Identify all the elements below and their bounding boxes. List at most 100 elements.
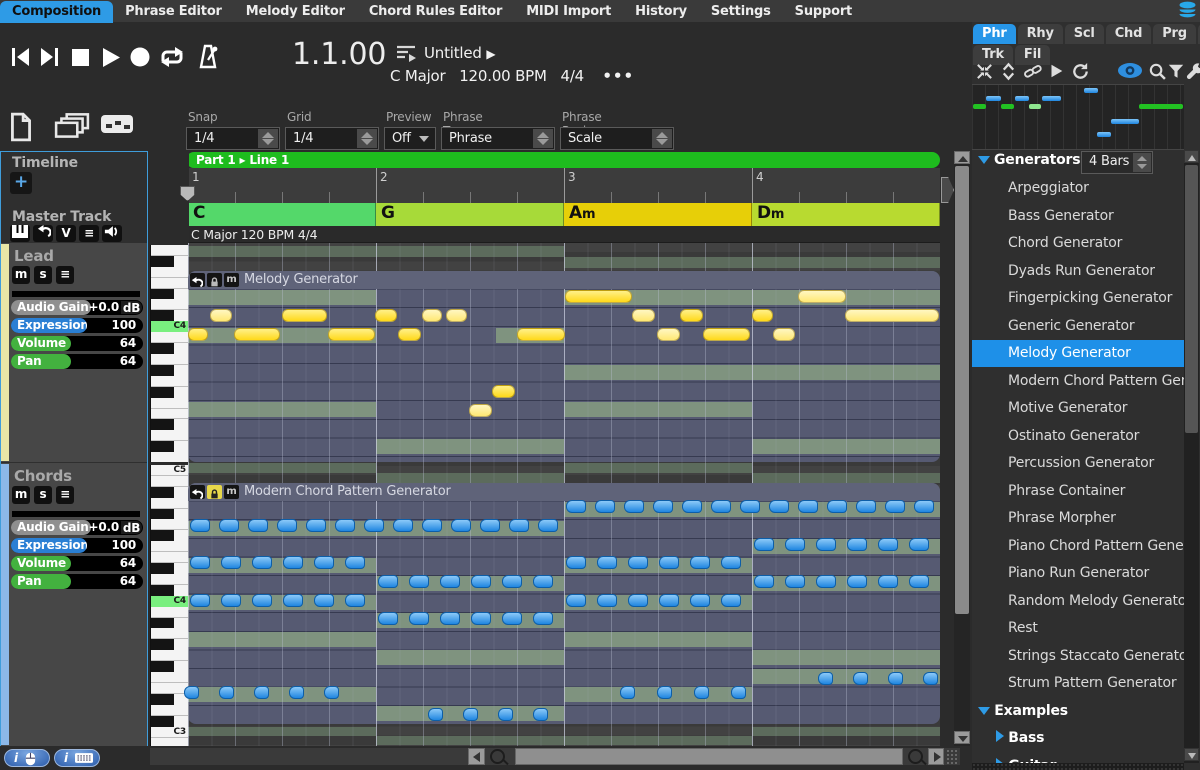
chord-pattern-note[interactable] (694, 686, 709, 699)
spinner-arrows[interactable] (357, 129, 377, 148)
chord-pattern-note[interactable] (690, 594, 710, 607)
chord-pattern-note[interactable] (827, 500, 847, 513)
menu-item-chord-rules-editor[interactable]: Chord Rules Editor (357, 1, 514, 23)
hscroll-thumb[interactable] (515, 748, 903, 765)
melody-note[interactable] (422, 309, 442, 322)
control-grid[interactable]: 1/4 (285, 127, 379, 150)
collapse-icon[interactable] (975, 62, 994, 81)
black-key[interactable] (151, 509, 174, 520)
chord-pattern-note[interactable] (798, 500, 818, 513)
black-key[interactable] (151, 530, 174, 541)
chord-pattern-note[interactable] (538, 519, 558, 532)
chord-pattern-note[interactable] (754, 538, 774, 551)
record-icon[interactable] (128, 45, 156, 71)
part-line-bar[interactable]: Part 1 ▸ Line 1 (186, 152, 940, 168)
generator-item[interactable]: Rest (972, 615, 1184, 642)
melody-note[interactable] (680, 309, 703, 322)
roll-vscrollbar[interactable] (954, 151, 970, 746)
black-key[interactable] (151, 310, 174, 321)
black-key[interactable] (151, 639, 174, 650)
chord-pattern-note[interactable] (409, 612, 429, 625)
chord-pattern-note[interactable] (620, 686, 635, 699)
panel-scroll-down[interactable] (1184, 748, 1199, 761)
panel-hscrollbar[interactable] (972, 763, 1184, 770)
melody-note[interactable] (398, 328, 421, 341)
bars-spinner[interactable]: 4 Bars (1081, 151, 1153, 174)
menu-item-composition[interactable]: Composition (0, 1, 113, 23)
pads-icon[interactable] (100, 112, 134, 140)
melody-note[interactable] (657, 328, 680, 341)
chord-pattern-note[interactable] (847, 538, 867, 551)
menu-item-melody-editor[interactable]: Melody Editor (234, 1, 357, 23)
chord-pattern-note[interactable] (428, 708, 443, 721)
chord-pattern-note[interactable] (252, 556, 272, 569)
melody-note[interactable] (492, 385, 515, 398)
generator-item[interactable]: Piano Chord Pattern Generator (972, 533, 1184, 560)
tab-rhy[interactable]: Rhy (1018, 24, 1063, 44)
vscroll-thumb[interactable] (955, 166, 969, 614)
chord-pattern-note[interactable] (731, 686, 746, 699)
generator-item[interactable]: Chord Generator (972, 230, 1184, 257)
param-volume[interactable]: Volume64 (11, 556, 143, 571)
phrase-list-icon[interactable] (395, 44, 417, 62)
param-pan[interactable]: Pan64 (11, 354, 143, 369)
black-key[interactable] (151, 289, 174, 300)
track-mute-button[interactable]: m (12, 266, 30, 284)
generator-item[interactable]: Melody Generator (972, 340, 1184, 367)
generator-item[interactable]: Phrase Morpher (972, 505, 1184, 532)
new-file-icon[interactable] (8, 112, 34, 146)
chord-pattern-note[interactable] (219, 686, 234, 699)
chord-pattern-note[interactable] (252, 594, 272, 607)
black-key[interactable] (151, 387, 174, 398)
piano-roll-grid[interactable]: mMelody GeneratormModern Chord Pattern G… (188, 243, 940, 746)
chord-pattern-note[interactable] (682, 500, 702, 513)
black-key[interactable] (151, 365, 174, 376)
chord-segment-Am[interactable]: Am (564, 203, 752, 226)
chord-pattern-note[interactable] (498, 708, 513, 721)
melody-note[interactable] (328, 328, 375, 341)
black-key[interactable] (151, 694, 174, 705)
phrase-header-melody[interactable]: mMelody Generator (188, 271, 940, 289)
param-audio-gain[interactable]: Audio Gain+0.0dB (11, 520, 143, 535)
track-solo-button[interactable]: s (34, 266, 52, 284)
chord-pattern-note[interactable] (721, 556, 741, 569)
wrench-icon[interactable] (1185, 62, 1200, 81)
hscroll-left-button[interactable] (468, 748, 485, 765)
chord-pattern-note[interactable] (657, 686, 672, 699)
chord-pattern-note[interactable] (595, 500, 615, 513)
chord-pattern-note[interactable] (754, 575, 774, 588)
param-volume[interactable]: Volume64 (11, 336, 143, 351)
generator-item[interactable]: Generic Generator (972, 313, 1184, 340)
chord-pattern-note[interactable] (345, 594, 365, 607)
menu-item-history[interactable]: History (623, 1, 699, 23)
chord-pattern-note[interactable] (480, 519, 500, 532)
song-time-signature[interactable]: 4/4 (560, 67, 584, 85)
generator-item[interactable]: Phrase Container (972, 478, 1184, 505)
filter-icon[interactable] (1167, 62, 1186, 81)
control-phrase-resize[interactable]: Scale (560, 127, 674, 150)
tab-phr[interactable]: Phr (973, 24, 1016, 44)
tab-chd[interactable]: Chd (1106, 24, 1152, 44)
metronome-icon[interactable] (196, 44, 224, 70)
chord-pattern-note[interactable] (184, 686, 199, 699)
undo-icon[interactable] (33, 225, 53, 242)
spinner-arrows[interactable] (652, 129, 672, 148)
chord-pattern-note[interactable] (711, 500, 731, 513)
spinner-arrows[interactable] (258, 129, 278, 148)
zoom-out-icon[interactable] (490, 749, 505, 764)
control-snap[interactable]: 1/4 (186, 127, 280, 150)
chord-pattern-note[interactable] (566, 594, 586, 607)
chord-pattern-note[interactable] (314, 594, 334, 607)
chord-pattern-note[interactable] (878, 575, 898, 588)
chord-track[interactable]: CGAmDm (188, 203, 940, 226)
generator-item[interactable]: Motive Generator (972, 395, 1184, 422)
track-solo-button[interactable]: s (34, 486, 52, 504)
hscroll-right-button[interactable] (928, 748, 944, 765)
chord-pattern-note[interactable] (818, 672, 833, 685)
chord-pattern-note[interactable] (909, 538, 929, 551)
chord-pattern-note[interactable] (289, 686, 304, 699)
chord-pattern-note[interactable] (509, 519, 529, 532)
melody-note[interactable] (375, 309, 397, 322)
chord-pattern-note[interactable] (597, 556, 617, 569)
skip-to-end-icon[interactable] (38, 45, 66, 71)
